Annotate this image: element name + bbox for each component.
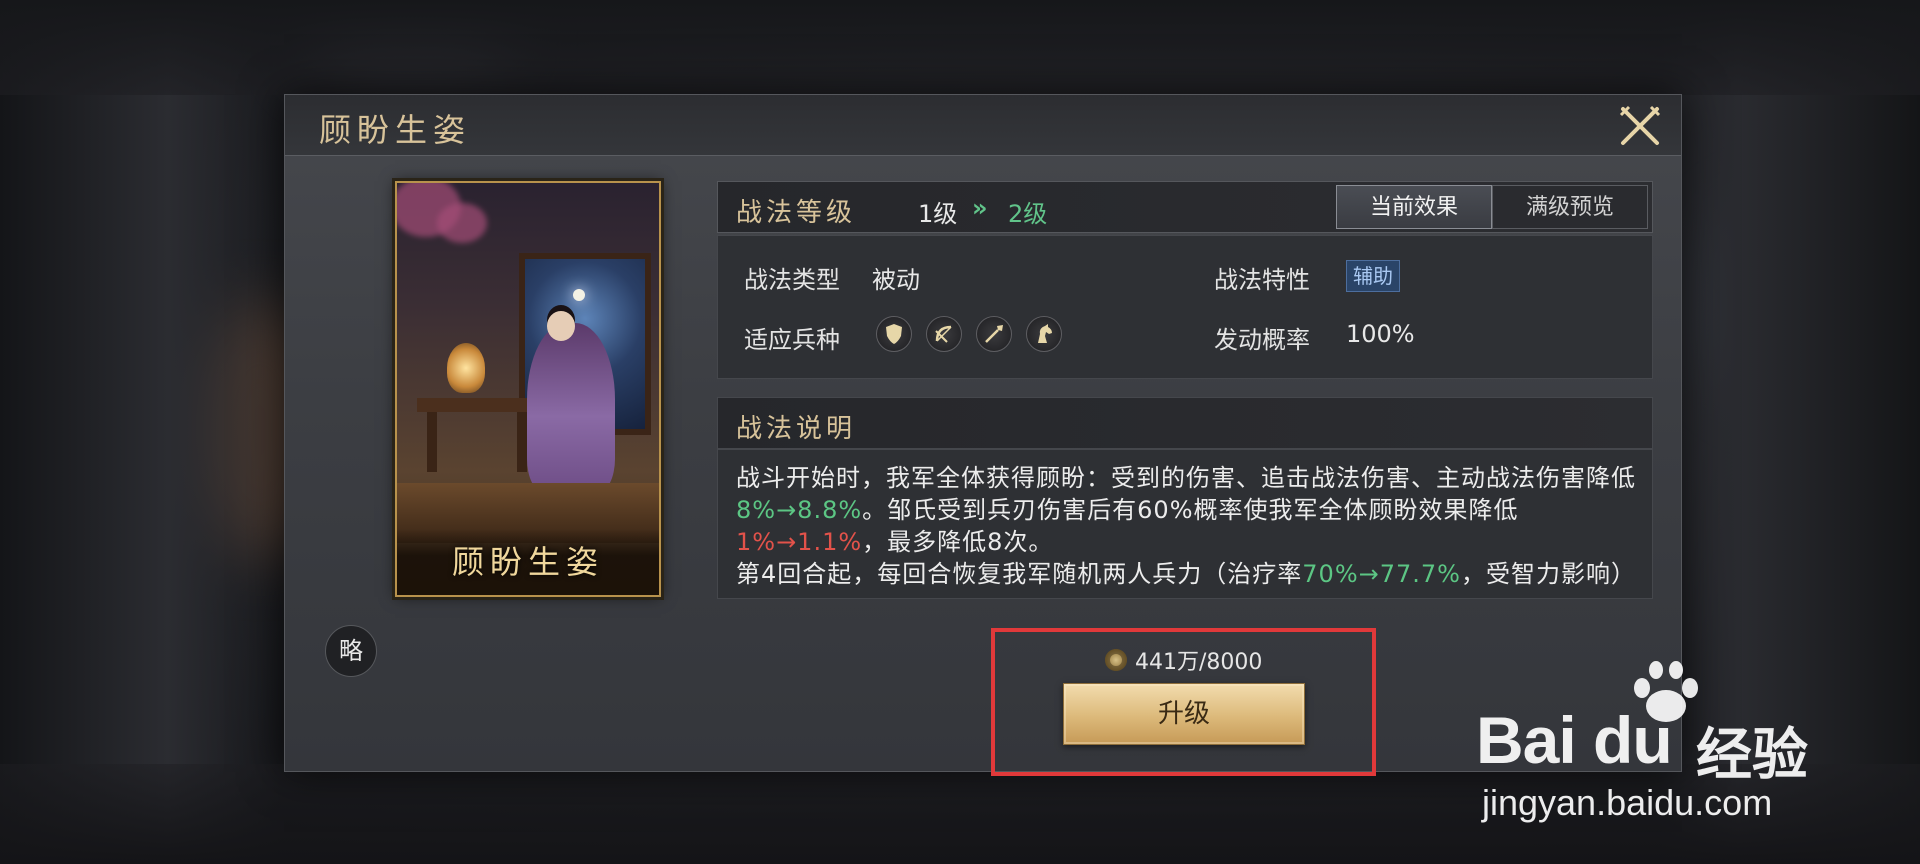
dialog-header: 顾盼生姿 [285,95,1681,156]
level-next: 2级 [1008,200,1048,228]
desc-text: ，受智力影响） [1460,560,1636,588]
troops-label: 适应兵种 [744,326,840,354]
tactic-card: 顾盼生姿 [395,181,661,597]
description-title: 战法说明 [736,414,857,444]
backdrop-left-panel [0,0,280,864]
backdrop-top [0,0,1920,95]
watermark-url: jingyan.baidu.com [1482,782,1773,823]
watermark-cn: 经验 [1696,723,1808,788]
brief-button[interactable]: 略 [325,625,377,677]
desc-green-value: 70%→77.7% [1302,560,1461,588]
level-arrow-icon: » [972,194,988,222]
watermark-brand: Bai du [1476,703,1673,777]
description-body[interactable]: 战斗开始时，我军全体获得顾盼：受到的伤害、追击战法伤害、主动战法伤害降低 8%→8… [717,449,1653,599]
type-label: 战法类型 [744,266,840,294]
trait-badge: 辅助 [1346,260,1400,292]
tab-current-effect[interactable]: 当前效果 [1336,185,1492,229]
level-label: 战法等级 [736,198,857,228]
effect-tabs: 当前效果 满级预览 [1336,185,1648,229]
desc-text: ，最多降低8次。 [862,528,1054,556]
trigger-rate-label: 发动概率 [1214,326,1310,354]
desc-text: 第4回合起，每回合恢复我军随机两人兵力（治疗率 [736,560,1303,588]
trait-label: 战法特性 [1214,266,1310,294]
level-bar: 战法等级 1级 » 2级 当前效果 满级预览 [717,181,1653,233]
blossom [437,203,487,243]
troop-icons [876,316,1062,352]
baidu-watermark: Bai du 经验 jingyan.baidu.com [1476,658,1836,823]
red-highlight-box [991,628,1376,776]
description-text: 战斗开始时，我军全体获得顾盼：受到的伤害、追击战法伤害、主动战法伤害降低 8%→8… [736,462,1636,590]
card-table [417,398,537,412]
tactic-detail-dialog: 顾盼生姿 顾盼生姿 略 战法等级 1级 » 2级 当前效果 满级预览 战法类型 … [284,94,1682,772]
card-label: 顾盼生姿 [451,543,604,581]
moon [573,289,585,301]
description-header: 战法说明 [717,397,1653,449]
desc-text: 。邹氏受到兵刃伤害后有60%概率使我军全体顾盼效果降低 [862,496,1519,524]
desc-red-value: 1%→1.1% [736,528,863,556]
desc-green-value: 8%→8.8% [736,496,863,524]
type-value: 被动 [872,266,920,294]
desc-text: 战斗开始时，我军全体获得顾盼：受到的伤害、追击战法伤害、主动战法伤害降低 [736,464,1636,492]
level-current: 1级 [918,200,958,228]
shield-icon [876,316,912,352]
dialog-title: 顾盼生姿 [319,111,472,149]
crossed-swords-close-icon [1619,105,1661,145]
trigger-rate-value: 100% [1346,320,1415,348]
lady-head [547,311,575,341]
table-leg [517,412,527,472]
close-button[interactable] [1617,103,1663,149]
lady-figure [527,323,615,493]
bow-icon [926,316,962,352]
horse-icon [1026,316,1062,352]
tab-max-level-preview[interactable]: 满级预览 [1492,185,1648,229]
lamp [447,343,485,393]
spear-icon [976,316,1012,352]
table-leg [427,412,437,472]
tactic-stats: 战法类型 被动 战法特性 辅助 适应兵种 发动概率 100% [717,235,1653,379]
